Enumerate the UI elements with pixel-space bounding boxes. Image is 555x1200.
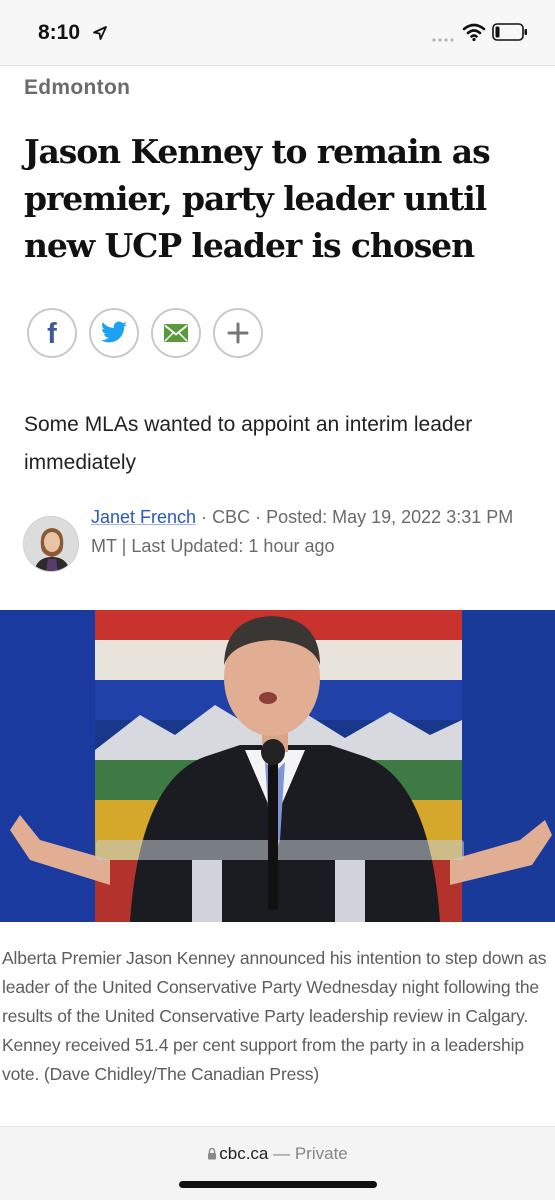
byline-source: CBC [212,507,251,527]
status-time: 8:10 [38,21,81,44]
private-label: — Private [268,1144,348,1163]
author-photo [24,517,78,571]
url-domain: cbc.ca [219,1144,269,1163]
wifi-icon [462,23,486,42]
author-link[interactable]: Janet French [91,507,196,527]
twitter-icon [101,321,127,343]
battery-icon [492,23,527,41]
facebook-share-button[interactable]: f [27,308,77,358]
home-indicator[interactable] [179,1181,377,1188]
article-headline: Jason Kenney to remain as premier, party… [24,132,491,265]
plus-icon [227,322,249,344]
twitter-share-button[interactable] [89,308,139,358]
cellular-signal-icon [432,38,454,42]
byline-separator: · [250,507,267,527]
envelope-icon [164,324,188,342]
article-deck: Some MLAs wanted to appoint an interim l… [24,413,473,474]
location-arrow-icon [93,26,107,40]
lock-icon [208,1147,217,1160]
more-share-button[interactable] [213,308,263,358]
speaker-at-podium-image [0,610,555,922]
svg-text:f: f [47,318,57,348]
article-byline: Janet French · CBC · Posted: May 19, 202… [91,503,531,560]
status-bar: 8:10 [0,0,555,66]
author-avatar[interactable] [23,516,79,572]
facebook-icon: f [47,318,57,348]
section-label[interactable]: Edmonton [24,76,130,100]
lead-photo[interactable] [0,610,555,922]
browser-url-bar[interactable]: cbc.ca — Private [0,1126,555,1200]
byline-separator: · [196,507,213,527]
url-display[interactable]: cbc.ca — Private [0,1144,555,1164]
photo-caption: Alberta Premier Jason Kenney announced h… [2,948,547,1084]
email-share-button[interactable] [151,308,201,358]
